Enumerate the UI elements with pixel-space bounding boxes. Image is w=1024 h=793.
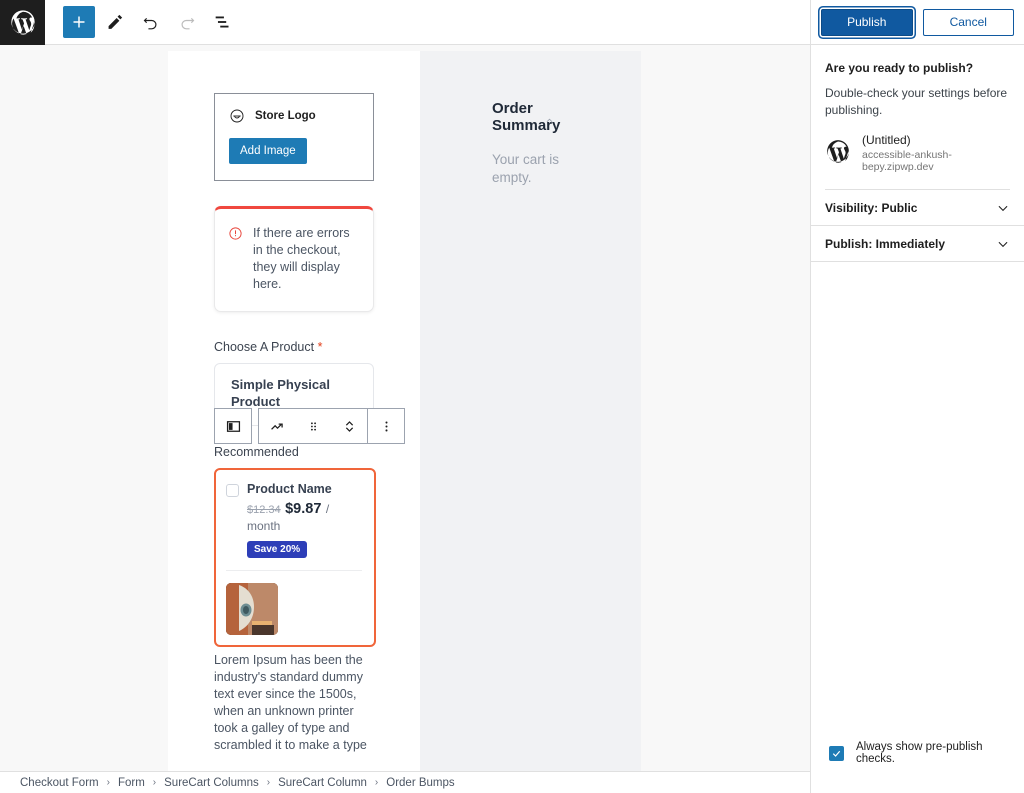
cancel-button[interactable]: Cancel	[922, 8, 1014, 36]
breadcrumb-item-checkout-form[interactable]: Checkout Form	[20, 777, 99, 789]
prepublish-checkbox-row: Always show pre-publish checks.	[811, 741, 1024, 765]
add-block-button[interactable]	[63, 6, 95, 38]
wordpress-logo-button[interactable]	[0, 0, 45, 45]
top-bar-tools	[45, 6, 239, 38]
store-logo-block[interactable]: Store Logo Add Image	[214, 93, 374, 181]
recommended-label: Recommended	[214, 445, 299, 459]
plus-icon	[73, 16, 85, 28]
error-notice-text: If there are errors in the checkout, the…	[253, 226, 350, 291]
product-select-name: Simple Physical Product	[231, 377, 330, 409]
undo-icon	[143, 17, 157, 30]
site-url: accessible-ankush-bepy.zipwp.dev	[862, 149, 952, 173]
chevron-down-icon	[998, 205, 1008, 211]
visibility-row[interactable]: Visibility: Public	[811, 190, 1024, 226]
transform-button[interactable]	[259, 409, 295, 443]
order-summary-header[interactable]: Order Summary	[492, 100, 641, 134]
site-logo-icon	[230, 109, 244, 123]
publish-date-label: Publish: Immediately	[825, 236, 946, 251]
wordpress-logo-icon	[10, 10, 35, 35]
editor-root: Store Logo Add Image If there are errors…	[0, 0, 1024, 793]
error-circle-icon	[229, 227, 242, 240]
publish-button[interactable]: Publish	[821, 8, 913, 36]
order-bump-checkbox[interactable]	[226, 484, 239, 497]
publish-date-row[interactable]: Publish: Immediately	[811, 226, 1024, 262]
breadcrumb-item-form[interactable]: Form	[118, 777, 145, 789]
order-summary-title: Order Summary	[492, 100, 561, 134]
visibility-label: Visibility: Public	[825, 200, 918, 215]
undo-button[interactable]	[135, 6, 167, 38]
add-image-button[interactable]: Add Image	[229, 138, 307, 164]
list-view-icon	[215, 16, 229, 28]
always-show-checkbox[interactable]	[829, 745, 844, 761]
breadcrumb-separator: ›	[266, 777, 271, 788]
columns-block-icon	[226, 420, 240, 432]
more-options-button[interactable]	[368, 409, 404, 443]
product-thumbnail-icon	[226, 583, 278, 635]
pre-publish-sidebar: Publish Cancel Are you ready to publish?…	[810, 0, 1024, 793]
block-type-button[interactable]	[215, 409, 251, 443]
breadcrumb-separator: ›	[152, 777, 157, 788]
order-bump-description: Lorem Ipsum has been the industry's stan…	[214, 653, 367, 752]
drag-dots-icon	[310, 421, 316, 431]
always-show-label: Always show pre-publish checks.	[856, 741, 983, 765]
site-info-row: (Untitled) accessible-ankush-bepy.zipwp.…	[825, 133, 1010, 173]
move-updown-button[interactable]	[331, 409, 367, 443]
breadcrumb-item-surecart-column[interactable]: SureCart Column	[278, 777, 367, 789]
block-type-group	[214, 408, 252, 444]
edit-tool-button[interactable]	[99, 6, 131, 38]
vertical-ellipsis-icon	[384, 421, 388, 431]
check-icon	[832, 750, 841, 757]
pencil-icon	[108, 14, 123, 29]
pre-publish-heading: Are you ready to publish?	[825, 61, 974, 75]
order-bump-info: Product Name $12.34 $9.87 / month Save 2…	[247, 482, 362, 558]
breadcrumb-item-surecart-columns[interactable]: SureCart Columns	[164, 777, 259, 789]
order-bump-header: Product Name $12.34 $9.87 / month Save 2…	[226, 482, 362, 558]
store-logo-header: Store Logo	[229, 108, 359, 124]
redo-button[interactable]	[171, 6, 203, 38]
choose-product-label: Choose A Product *	[214, 340, 420, 354]
surecart-column-left: Store Logo Add Image If there are errors…	[168, 51, 420, 771]
order-bump-price-line: $12.34 $9.87 / month	[247, 501, 362, 534]
pre-publish-subtext: Double-check your settings before publis…	[825, 86, 1008, 117]
chevron-updown-icon	[345, 420, 353, 432]
wordpress-site-icon	[825, 138, 851, 169]
order-bump-save-badge: Save 20%	[247, 541, 308, 558]
drag-handle[interactable]	[295, 409, 331, 443]
order-bump-image	[226, 583, 278, 635]
block-toolbar	[214, 408, 405, 444]
checkout-error-notice-block[interactable]: If there are errors in the checkout, the…	[214, 206, 374, 312]
surecart-column-right: Order Summary Your cart is empty.	[420, 51, 641, 771]
trending-arrow-icon	[270, 422, 283, 430]
redo-icon	[181, 17, 195, 30]
breadcrumb-separator: ›	[374, 777, 379, 788]
site-title: (Untitled)	[862, 133, 911, 147]
order-bump-new-price: $9.87	[285, 501, 322, 517]
pre-publish-body: Are you ready to publish? Double-check y…	[811, 45, 1024, 190]
order-bump-divider	[226, 570, 362, 571]
breadcrumb-item-order-bumps[interactable]: Order Bumps	[386, 777, 454, 789]
cart-empty-text: Your cart is empty.	[492, 152, 560, 185]
order-bump-title: Product Name	[247, 482, 332, 496]
block-actions-group	[258, 408, 405, 444]
site-info-text: (Untitled) accessible-ankush-bepy.zipwp.…	[862, 133, 1010, 173]
store-logo-label: Store Logo	[255, 110, 316, 122]
order-bump-old-price: $12.34	[247, 504, 281, 516]
publish-actions: Publish Cancel	[811, 0, 1024, 45]
editor-canvas: Store Logo Add Image If there are errors…	[0, 45, 810, 771]
chevron-down-icon	[998, 241, 1008, 247]
choose-product-label-text: Choose A Product	[214, 340, 315, 354]
list-view-button[interactable]	[207, 6, 239, 38]
required-asterisk: *	[317, 340, 323, 354]
order-bump-block[interactable]: Product Name $12.34 $9.87 / month Save 2…	[214, 468, 376, 647]
editor-top-bar	[0, 0, 810, 45]
breadcrumb: Checkout Form › Form › SureCart Columns …	[0, 771, 810, 793]
breadcrumb-separator: ›	[106, 777, 110, 788]
chevron-up-icon[interactable]	[545, 116, 554, 125]
checkout-form-page: Store Logo Add Image If there are errors…	[168, 51, 641, 771]
